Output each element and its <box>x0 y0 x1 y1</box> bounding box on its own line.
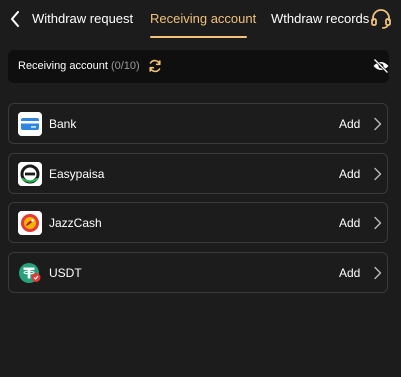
chevron-right-icon <box>374 167 382 181</box>
tab-receiving-account[interactable]: Receiving account <box>150 11 256 26</box>
method-name: USDT <box>49 266 82 280</box>
chevron-right-icon <box>374 266 382 280</box>
method-row-usdt[interactable]: USDT Add <box>8 252 388 293</box>
chevron-right-icon <box>374 117 382 131</box>
back-button[interactable] <box>8 10 22 28</box>
active-tab-indicator <box>150 36 247 38</box>
method-row-bank[interactable]: Bank Add <box>8 103 388 144</box>
top-nav: Withdraw request Receiving account Wthdr… <box>0 0 401 38</box>
eye-off-icon <box>373 58 389 74</box>
tab-withdraw-records[interactable]: Wthdraw records <box>271 11 369 26</box>
usdt-tether-logo <box>18 261 42 285</box>
receiving-account-summary: Receiving account (0/10) <box>8 50 389 83</box>
refresh-icon <box>149 59 161 73</box>
chevron-left-icon <box>11 11 19 27</box>
method-name: Bank <box>49 117 77 131</box>
add-easypaisa-button[interactable]: Add <box>339 167 360 181</box>
method-row-jazzcash[interactable]: JazzCash Add <box>8 202 388 243</box>
add-bank-button[interactable]: Add <box>339 117 360 131</box>
account-count: (0/10) <box>110 60 140 72</box>
chevron-right-icon <box>374 216 382 230</box>
receiving-account-title: Receiving account <box>18 60 108 72</box>
method-row-easypaisa[interactable]: Easypaisa Add <box>8 153 388 194</box>
customer-service-button[interactable] <box>370 8 392 30</box>
add-usdt-button[interactable]: Add <box>339 266 360 280</box>
jazzcash-logo <box>18 211 42 235</box>
method-name: JazzCash <box>49 216 102 230</box>
method-name: Easypaisa <box>49 167 105 181</box>
add-jazzcash-button[interactable]: Add <box>339 216 360 230</box>
tab-withdraw-request[interactable]: Withdraw request <box>32 11 133 26</box>
easypaisa-logo <box>18 162 42 186</box>
receiving-account-label: Receiving account (0/10) <box>18 60 140 72</box>
hide-toggle-button[interactable] <box>372 58 390 74</box>
bank-card-icon <box>18 112 42 136</box>
refresh-button[interactable] <box>147 58 163 74</box>
headset-icon <box>371 9 391 29</box>
